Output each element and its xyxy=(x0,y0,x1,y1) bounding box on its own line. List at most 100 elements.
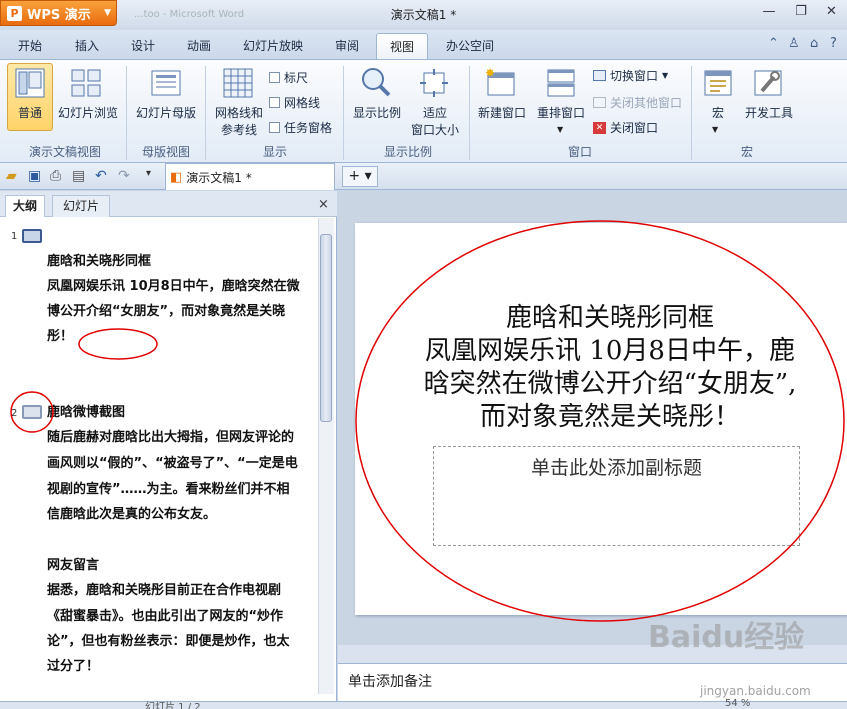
tab-slideshow[interactable]: 幻灯片放映 xyxy=(243,37,303,54)
baidu-watermark-url: jingyan.baidu.com xyxy=(700,684,811,698)
presentation-file-icon: ◧ xyxy=(170,169,183,185)
close-panel-icon[interactable]: × xyxy=(318,197,329,212)
arrange-windows-label[interactable]: 重排窗口 xyxy=(533,105,589,122)
scrollbar-thumb[interactable] xyxy=(320,234,332,422)
tab-animation[interactable]: 动画 xyxy=(187,37,211,54)
collapse-ribbon-icon[interactable]: ⌃ xyxy=(768,36,779,51)
close-window-button[interactable]: ✕ xyxy=(816,0,847,22)
subtitle-placeholder[interactable]: 单击此处添加副标题 xyxy=(433,446,800,546)
chevron-down-icon[interactable]: ▼ xyxy=(712,125,718,134)
outline-panel-tabs xyxy=(0,191,337,217)
tab-design[interactable]: 设计 xyxy=(131,37,155,54)
baidu-watermark-logo: Baidu经验 xyxy=(648,620,805,655)
close-window-ribbon-button[interactable]: ✕ 关闭窗口 xyxy=(593,119,658,136)
checkbox[interactable] xyxy=(269,72,280,83)
arrange-windows-icon[interactable] xyxy=(545,67,577,99)
close-red-icon: ✕ xyxy=(593,121,606,134)
fit-window-icon[interactable] xyxy=(418,67,450,99)
tab-office-space[interactable]: 办公空间 xyxy=(446,37,494,54)
taskpane-checkbox[interactable]: 任务窗格 xyxy=(269,119,332,136)
outline-line[interactable]: 画风则以“假的”、“被盗号了”、“一定是电 xyxy=(47,451,317,476)
switch-window-button[interactable]: 切换窗口 ▼ xyxy=(593,67,668,84)
ruler-checkbox[interactable]: 标尺 xyxy=(269,69,308,86)
macro-label[interactable]: 宏 xyxy=(702,105,734,122)
checkbox[interactable] xyxy=(269,122,280,133)
zoom-label[interactable]: 显示比例 xyxy=(349,105,405,122)
svg-text:✸: ✸ xyxy=(485,67,495,80)
tab-home[interactable]: 开始 xyxy=(18,37,42,54)
outline-line[interactable]: 彤！ xyxy=(47,324,317,349)
developer-tools-label[interactable]: 开发工具 xyxy=(742,105,796,122)
macro-icon[interactable] xyxy=(702,67,734,99)
outline-title[interactable]: 鹿晗和关晓彤同框 xyxy=(47,249,317,274)
slide-number: 2 xyxy=(11,408,18,419)
tab-insert[interactable]: 插入 xyxy=(75,37,99,54)
close-window-label: 关闭窗口 xyxy=(610,121,659,135)
normal-view-icon xyxy=(15,68,45,98)
switch-window-icon xyxy=(593,70,606,81)
divider xyxy=(126,66,127,160)
slide-title-line: 晗突然在微博公开介绍“女朋友”, xyxy=(423,369,797,399)
slide-icon[interactable] xyxy=(22,405,42,419)
outline-line[interactable]: 过分了！ xyxy=(47,654,317,679)
chevron-down-icon: ▼ xyxy=(662,71,669,80)
customize-toolbar-icon[interactable]: ▾ xyxy=(146,168,162,184)
new-tab-button[interactable]: + ▾ xyxy=(342,166,378,187)
help-icon[interactable]: ? xyxy=(830,36,837,51)
new-window-icon[interactable]: ✸ xyxy=(485,67,517,99)
outline-line[interactable]: 随后鹿赫对鹿晗比出大拇指，但网友评论的 xyxy=(47,425,317,450)
redo-icon[interactable]: ↷ xyxy=(118,168,134,184)
developer-tools-icon[interactable] xyxy=(752,67,784,99)
slide-number: 1 xyxy=(11,231,18,242)
slide-sorter-label[interactable]: 幻灯片浏览 xyxy=(55,105,121,122)
minimize-button[interactable]: — xyxy=(754,0,784,22)
slide-icon[interactable] xyxy=(22,229,42,243)
tab-view[interactable]: 视图 xyxy=(376,33,428,60)
outline-line[interactable]: 论”，但也有粉丝表示：即便是炒作，也太 xyxy=(47,629,317,654)
outline-line[interactable]: 据悉，鹿晗和关晓彤目前正在合作电视剧 xyxy=(47,578,317,603)
grid-guides-label-1[interactable]: 网格线和 xyxy=(210,105,268,122)
slide-count: 幻灯片 1 / 2 xyxy=(145,702,201,709)
outline-line[interactable]: 信鹿晗此次是真的公布女友。 xyxy=(47,502,317,527)
print-icon[interactable]: ⎙ xyxy=(50,168,66,184)
close-other-windows-button[interactable]: 关闭其他窗口 xyxy=(593,94,682,111)
open-folder-icon[interactable]: ▰ xyxy=(6,168,22,184)
gridlines-checkbox[interactable]: 网格线 xyxy=(269,94,320,111)
grid-icon[interactable] xyxy=(222,67,254,99)
checkbox[interactable] xyxy=(269,97,280,108)
divider xyxy=(205,66,206,160)
chevron-down-icon[interactable]: ▼ xyxy=(557,125,563,134)
outline-title[interactable]: 网友留言 xyxy=(47,553,317,578)
gridlines-label: 网格线 xyxy=(284,96,321,110)
fit-window-label-1[interactable]: 适应 xyxy=(406,105,464,122)
grid-guides-label-2[interactable]: 参考线 xyxy=(210,122,268,139)
zoom-group-label: 显示比例 xyxy=(383,145,432,159)
tab-review[interactable]: 审阅 xyxy=(335,37,359,54)
taskpane-label: 任务窗格 xyxy=(284,121,333,135)
outline-line[interactable]: 博公开介绍“女朋友”，而对象竟然是关晓 xyxy=(47,299,317,324)
tab-outline[interactable]: 大纲 xyxy=(5,195,45,217)
zoom-level[interactable]: 54 % xyxy=(725,698,750,709)
print-preview-icon[interactable]: ▤ xyxy=(72,168,88,184)
status-bar: 幻灯片 1 / 2 54 % xyxy=(0,698,847,709)
outline-line[interactable]: 《甜蜜暴击》。也由此引出了网友的“炒作 xyxy=(47,604,317,629)
slide-sorter-icon[interactable] xyxy=(70,67,102,99)
new-window-label[interactable]: 新建窗口 xyxy=(473,105,531,122)
slide-master-icon[interactable] xyxy=(150,67,182,99)
tab-slides[interactable]: 幻灯片 xyxy=(52,195,110,217)
macro-group-label: 宏 xyxy=(740,145,753,159)
restore-button[interactable]: ❐ xyxy=(786,0,816,22)
fit-window-label-2[interactable]: 窗口大小 xyxy=(406,122,464,139)
outline-line[interactable]: 视剧的宣传”……为主。看来粉丝们并不相 xyxy=(47,477,317,502)
slide-master-label[interactable]: 幻灯片母版 xyxy=(132,105,200,122)
outline-line[interactable]: 凤凰网娱乐讯 10月8日中午，鹿晗突然在微 xyxy=(47,274,317,299)
zoom-magnifier-icon[interactable] xyxy=(360,66,392,98)
document-tab[interactable]: ◧ 演示文稿1 * xyxy=(165,163,335,190)
shirt-skin-icon[interactable]: ♙ xyxy=(788,36,800,51)
divider xyxy=(691,66,692,160)
undo-icon[interactable]: ↶ xyxy=(95,168,111,184)
slide-title-placeholder[interactable]: 鹿晗和关晓彤同框 凤凰网娱乐讯 10月8日中午，鹿 晗突然在微博公开介绍“女朋友… xyxy=(395,302,825,434)
outline-title[interactable]: 鹿晗微博截图 xyxy=(47,400,317,425)
save-icon[interactable]: ▣ xyxy=(28,168,44,184)
home-icon[interactable]: ⌂ xyxy=(810,36,818,51)
